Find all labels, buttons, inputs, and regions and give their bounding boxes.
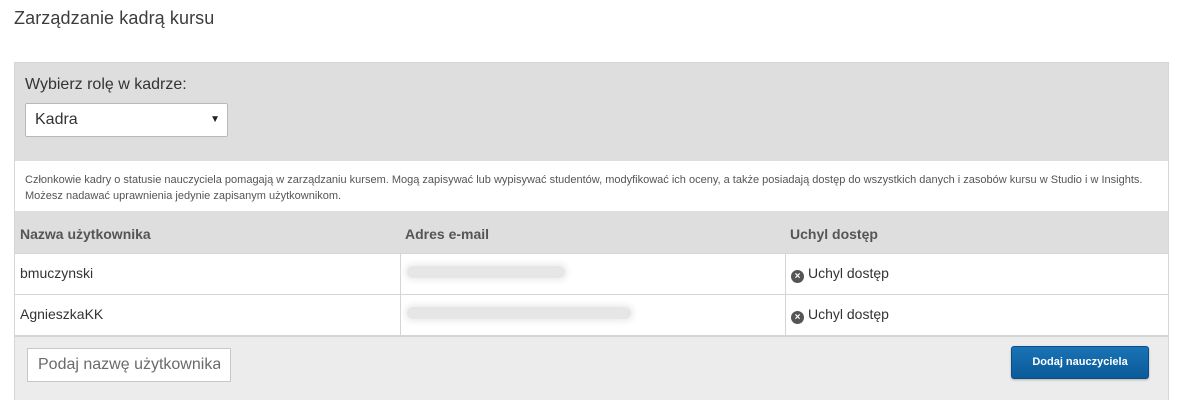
staff-panel: Wybierz rolę w kadrze: Kadra ▼ Członkowi… (14, 62, 1169, 400)
revoke-access-label: Uchyl dostęp (808, 265, 889, 281)
remove-circle-icon: × (791, 270, 804, 283)
revoke-access-label: Uchyl dostęp (808, 306, 889, 322)
username-input[interactable] (27, 348, 231, 382)
role-description: Członkowie kadry o statusie nauczyciela … (15, 161, 1168, 211)
role-select-label: Wybierz rolę w kadrze: (25, 76, 187, 93)
column-header-revoke: Uchyl dostęp (790, 226, 878, 242)
chevron-down-icon: ▼ (210, 114, 220, 125)
table-row: bmuczynski × Uchyl dostęp (15, 253, 1168, 294)
table-row: AgnieszkaKK × Uchyl dostęp (15, 294, 1168, 336)
revoke-access-button[interactable]: × Uchyl dostęp (785, 295, 1168, 335)
add-teacher-button[interactable]: Dodaj nauczyciela (1011, 346, 1149, 379)
page-title: Zarządzanie kadrą kursu (14, 8, 215, 28)
column-header-username: Nazwa użytkownika (20, 226, 151, 242)
revoke-access-button[interactable]: × Uchyl dostęp (785, 254, 1168, 294)
column-header-email: Adres e-mail (405, 226, 490, 242)
redacted-email (407, 266, 565, 278)
email-cell-redacted (400, 254, 785, 294)
role-select-value: Kadra (35, 111, 78, 128)
username-cell: AgnieszkaKK (20, 306, 104, 322)
remove-circle-icon: × (791, 311, 804, 324)
role-select[interactable]: Kadra ▼ (25, 103, 228, 137)
table-header: Nazwa użytkownika Adres e-mail Uchyl dos… (15, 213, 1168, 253)
redacted-email (407, 307, 631, 319)
staff-management-page: Zarządzanie kadrą kursu Wybierz rolę w k… (0, 0, 1181, 413)
add-staff-footer: Dodaj nauczyciela (15, 336, 1168, 400)
username-cell: bmuczynski (20, 265, 94, 281)
email-cell-redacted (400, 295, 785, 335)
